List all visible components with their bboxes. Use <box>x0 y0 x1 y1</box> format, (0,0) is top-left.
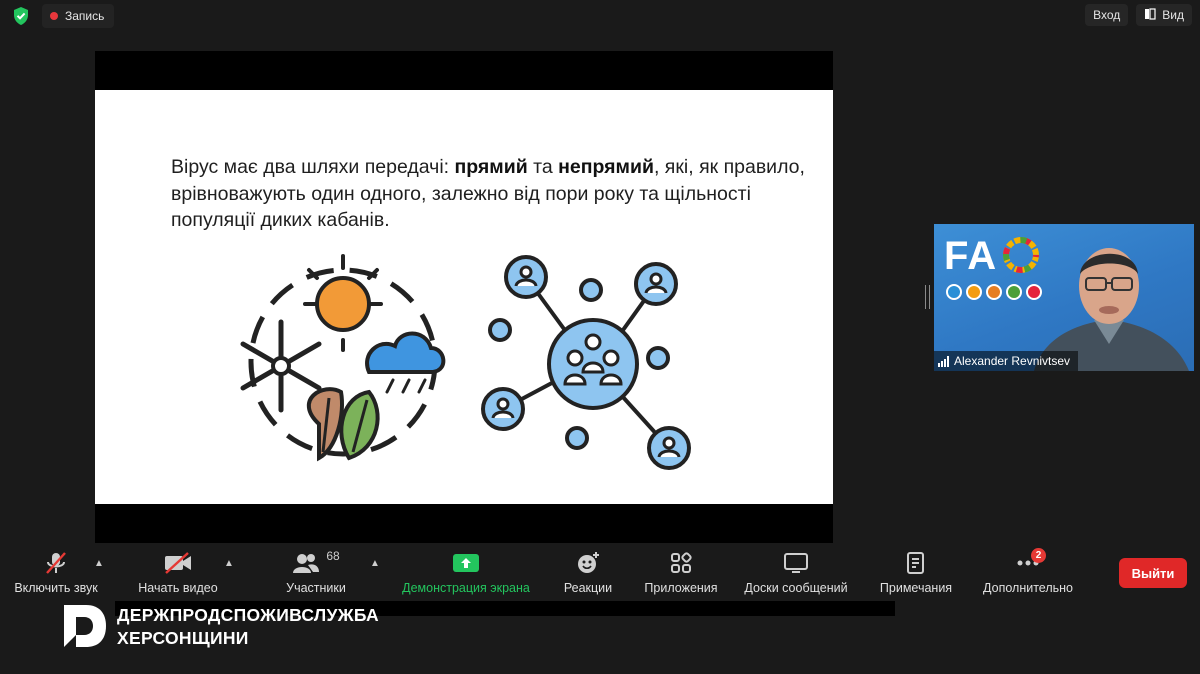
recording-indicator[interactable]: Запись <box>42 4 115 28</box>
share-screen-button[interactable]: Демонстрация экрана <box>394 545 538 603</box>
notes-label: Примечания <box>879 581 953 595</box>
more-label: Дополнительно <box>983 581 1073 595</box>
slide-bold-indirect: непрямий <box>558 156 654 178</box>
meeting-toolbar: Включить звук ▲ Начать видео ▲ 68 Участн… <box>0 545 1200 605</box>
view-label: Вид <box>1162 8 1184 22</box>
start-video-button[interactable]: Начать видео <box>130 545 226 603</box>
unmute-label: Включить звук <box>14 581 98 595</box>
share-screen-icon <box>394 545 538 581</box>
apps-icon <box>638 545 724 581</box>
view-button[interactable]: Вид <box>1136 4 1192 26</box>
view-grid-icon <box>1144 7 1156 23</box>
participant-name-bar: Alexander Revnivtsev <box>934 351 1079 371</box>
participants-button[interactable]: 68 Участники <box>270 545 362 603</box>
notes-button[interactable]: Примечания <box>872 545 960 603</box>
shield-check-icon[interactable] <box>8 5 34 27</box>
whiteboard-icon <box>736 545 856 581</box>
presentation-slide: Вірус має два шляхи передачі: прямий та … <box>95 90 833 504</box>
muted-microphone-icon <box>8 545 104 581</box>
login-label: Вход <box>1093 8 1121 22</box>
branding-line2: ХЕРСОНЩИНИ <box>117 628 249 648</box>
slide-text-part2: та <box>527 156 559 178</box>
participant-video-tile[interactable]: FA Alexander Revnivtsev <box>934 224 1194 371</box>
more-notification-badge: 2 <box>1031 548 1046 563</box>
panel-resize-handle[interactable] <box>925 285 930 309</box>
video-options-caret[interactable]: ▲ <box>224 558 234 569</box>
recording-label: Запись <box>65 9 105 23</box>
slide-text-part1: Вірус має два шляхи передачі: <box>171 156 455 178</box>
participants-label: Участники <box>286 581 346 595</box>
notes-icon <box>872 545 960 581</box>
fao-logo-text: FA <box>944 234 998 278</box>
top-bar-left: Запись <box>8 4 115 28</box>
share-screen-label: Демонстрация экрана <box>402 581 530 595</box>
more-dots-icon <box>976 545 1080 581</box>
branding-line1: ДЕРЖПРОДСПОЖИВСЛУЖБА <box>117 605 379 625</box>
slide-bold-direct: прямий <box>454 156 528 178</box>
dps-logo-icon <box>64 605 106 647</box>
participants-count: 68 <box>326 549 340 563</box>
participants-icon <box>293 554 320 573</box>
reactions-smiley-icon <box>552 545 624 581</box>
login-button[interactable]: Вход <box>1085 4 1129 26</box>
reactions-button[interactable]: Реакции <box>552 545 624 603</box>
apps-button[interactable]: Приложения <box>638 545 724 603</box>
whiteboards-button[interactable]: Доски сообщений <box>736 545 856 603</box>
branding-text: ДЕРЖПРОДСПОЖИВСЛУЖБА ХЕРСОНЩИНИ <box>117 604 379 650</box>
start-video-label: Начать видео <box>138 581 218 595</box>
whiteboards-label: Доски сообщений <box>744 581 848 595</box>
participants-options-caret[interactable]: ▲ <box>370 558 380 569</box>
seasons-icon <box>240 254 446 462</box>
record-dot-icon <box>50 12 58 20</box>
participant-name: Alexander Revnivtsev <box>954 354 1071 368</box>
slide-text: Вірус має два шляхи передачі: прямий та … <box>171 154 811 234</box>
reactions-label: Реакции <box>563 581 613 595</box>
participants-icon-wrap: 68 <box>270 545 362 581</box>
video-off-icon <box>130 545 226 581</box>
apps-label: Приложения <box>644 581 718 595</box>
leave-button[interactable]: Выйти <box>1119 558 1187 588</box>
more-button[interactable]: Дополнительно <box>976 545 1080 603</box>
audio-options-caret[interactable]: ▲ <box>94 558 104 569</box>
signal-strength-icon <box>938 355 949 367</box>
unmute-button[interactable]: Включить звук <box>8 545 104 603</box>
network-people-icon <box>481 255 691 470</box>
top-bar-right: Вход Вид <box>1085 4 1192 26</box>
